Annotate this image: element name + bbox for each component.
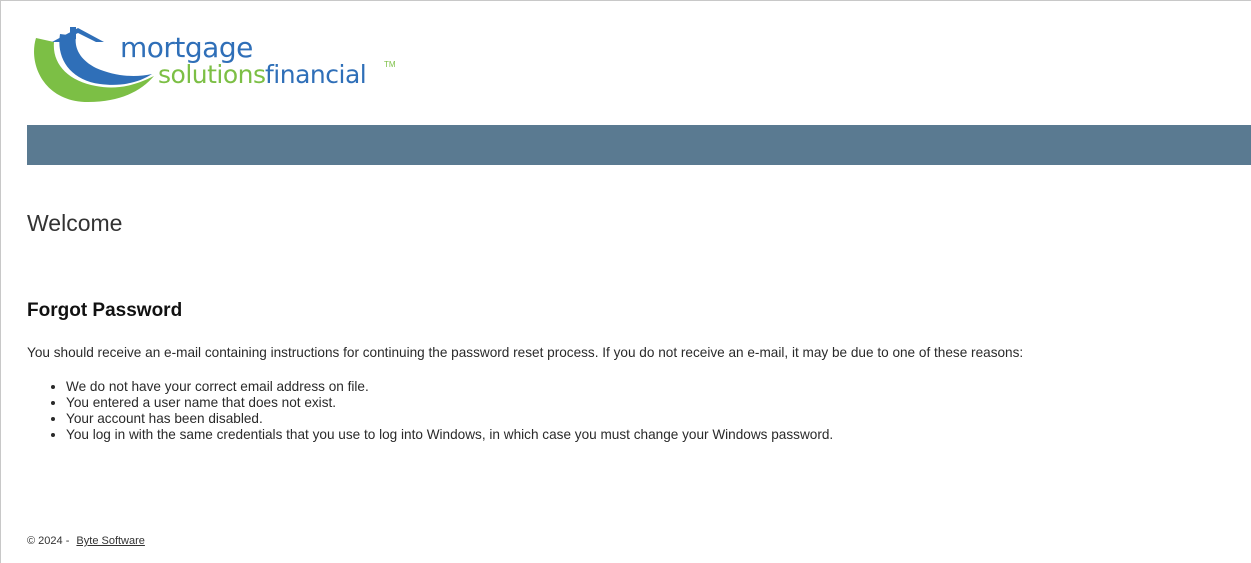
list-item: You entered a user name that does not ex…: [66, 395, 833, 411]
forgot-password-heading: Forgot Password: [27, 300, 183, 321]
logo-trademark: TM: [384, 60, 396, 69]
company-logo[interactable]: mortgage solutions financial TM: [30, 24, 410, 106]
page-title: Welcome: [27, 210, 123, 236]
list-item: Your account has been disabled.: [66, 411, 833, 427]
forgot-password-intro: You should receive an e-mail containing …: [27, 345, 1024, 360]
list-item: We do not have your correct email addres…: [66, 379, 833, 395]
logo-word-financial: financial: [265, 60, 367, 89]
copyright-text: © 2024 -: [27, 535, 70, 547]
logo-word-mortgage: mortgage: [120, 31, 253, 64]
logo-word-solutions: solutions: [158, 60, 266, 89]
list-item: You log in with the same credentials tha…: [66, 427, 833, 443]
footer: © 2024 - Byte Software: [27, 535, 145, 547]
byte-software-link[interactable]: Byte Software: [76, 535, 144, 547]
reasons-list: We do not have your correct email addres…: [48, 379, 833, 443]
header-banner: [27, 125, 1251, 165]
